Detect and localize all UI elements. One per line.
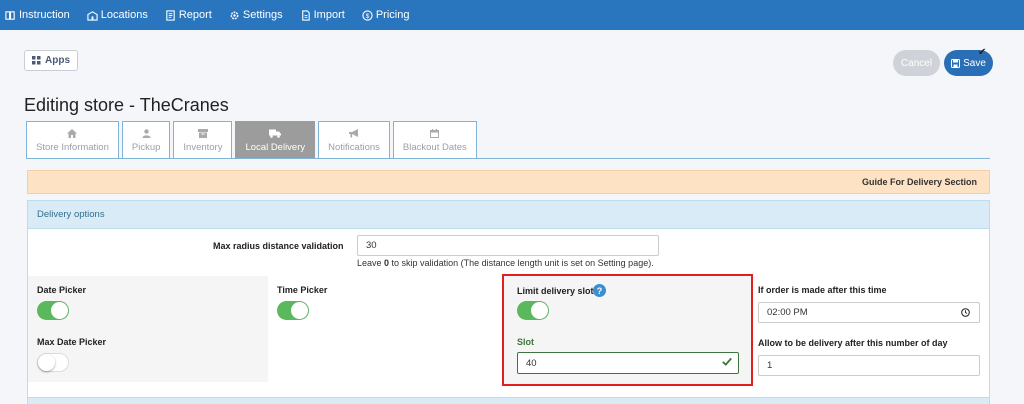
- cancel-button[interactable]: Cancel: [893, 50, 940, 76]
- tab-inventory-label: Inventory: [183, 141, 223, 153]
- nav-settings[interactable]: Settings: [229, 0, 283, 30]
- highlight-box: [502, 274, 753, 386]
- grid-icon: [32, 56, 41, 65]
- gear-icon: [229, 10, 240, 21]
- tab-pickup-label: Pickup: [131, 141, 161, 153]
- apps-label: Apps: [45, 55, 70, 66]
- tab-local-delivery-label: Local Delivery: [245, 141, 306, 153]
- toggle-knob: [291, 302, 308, 319]
- panel-title: Delivery options: [37, 209, 105, 220]
- bullhorn-icon: [348, 128, 360, 138]
- tab-store-information-label: Store Information: [36, 141, 109, 153]
- report-icon: [165, 9, 176, 21]
- nav-report[interactable]: Report: [165, 0, 212, 30]
- max-radius-input[interactable]: 30: [357, 235, 659, 256]
- panel-heading: Delivery options: [28, 201, 989, 229]
- nav-import[interactable]: Import: [300, 0, 345, 30]
- book-icon: [5, 10, 16, 21]
- next-panel-heading: [27, 397, 990, 404]
- clock-icon[interactable]: [961, 308, 970, 320]
- tab-notifications[interactable]: Notifications: [318, 121, 390, 159]
- nav-settings-label: Settings: [242, 9, 283, 21]
- toggle-knob: [38, 354, 55, 371]
- truck-icon: [269, 129, 282, 138]
- calendar-icon: [430, 128, 440, 138]
- cutoff-value: 02:00 PM: [767, 307, 808, 318]
- tab-store-information[interactable]: Store Information: [26, 121, 119, 159]
- max-radius-help: Leave 0 to skip validation (The distance…: [357, 258, 654, 268]
- check-icon: ✔: [978, 47, 987, 58]
- home-icon: [67, 128, 78, 138]
- tab-blackout-dates-label: Blackout Dates: [402, 141, 467, 153]
- nav-pricing[interactable]: $ Pricing: [362, 0, 410, 30]
- date-picker-toggle[interactable]: [37, 301, 69, 320]
- max-date-picker-label: Max Date Picker: [37, 337, 107, 347]
- floppy-icon: [951, 58, 961, 68]
- dollar-icon: $: [362, 9, 373, 21]
- max-radius-label: Max radius distance validation: [213, 241, 344, 251]
- allow-days-value: 1: [767, 360, 773, 371]
- tab-pickup[interactable]: Pickup: [121, 121, 171, 159]
- nav-report-label: Report: [178, 9, 212, 21]
- allow-days-label: Allow to be delivery after this number o…: [758, 338, 948, 348]
- nav-instruction-label: Instruction: [19, 9, 70, 21]
- tab-blackout-dates[interactable]: Blackout Dates: [392, 121, 477, 159]
- nav-locations-label: Locations: [100, 9, 148, 21]
- nav-pricing-label: Pricing: [375, 9, 410, 21]
- building-icon: [87, 10, 98, 21]
- max-radius-value: 30: [366, 240, 377, 251]
- nav-locations[interactable]: Locations: [87, 0, 148, 30]
- help-prefix: Leave: [357, 258, 385, 268]
- store-tabs: Store Information Pickup Inventory Local…: [26, 121, 480, 159]
- tab-divider: [26, 158, 990, 159]
- time-picker-label: Time Picker: [277, 285, 328, 295]
- page-title: Editing store - TheCranes: [24, 95, 229, 115]
- nav-import-label: Import: [313, 9, 345, 21]
- cutoff-time-input[interactable]: 02:00 PM: [758, 302, 980, 323]
- save-label: Save: [963, 57, 986, 69]
- guide-link[interactable]: Guide For Delivery Section: [862, 177, 977, 187]
- allow-days-input[interactable]: 1: [758, 355, 980, 376]
- tab-notifications-label: Notifications: [328, 141, 380, 153]
- tab-inventory[interactable]: Inventory: [173, 121, 233, 159]
- date-picker-label: Date Picker: [37, 285, 87, 295]
- inventory-icon: [197, 128, 208, 138]
- svg-text:$: $: [366, 12, 370, 19]
- time-picker-toggle[interactable]: [277, 301, 309, 320]
- cancel-label: Cancel: [900, 57, 933, 69]
- guide-banner[interactable]: Guide For Delivery Section: [27, 170, 990, 194]
- cutoff-label: If order is made after this time: [758, 285, 887, 295]
- apps-button[interactable]: Apps: [24, 50, 78, 71]
- file-import-icon: [300, 9, 311, 21]
- top-navbar: Instruction Locations Report Settings Im…: [0, 0, 1024, 30]
- user-icon: [142, 128, 151, 138]
- toggle-knob: [51, 302, 68, 319]
- max-date-picker-toggle[interactable]: [37, 353, 69, 372]
- nav-instruction[interactable]: Instruction: [5, 0, 70, 30]
- tab-local-delivery[interactable]: Local Delivery: [235, 121, 316, 159]
- help-suffix: to skip validation (The distance length …: [389, 258, 654, 268]
